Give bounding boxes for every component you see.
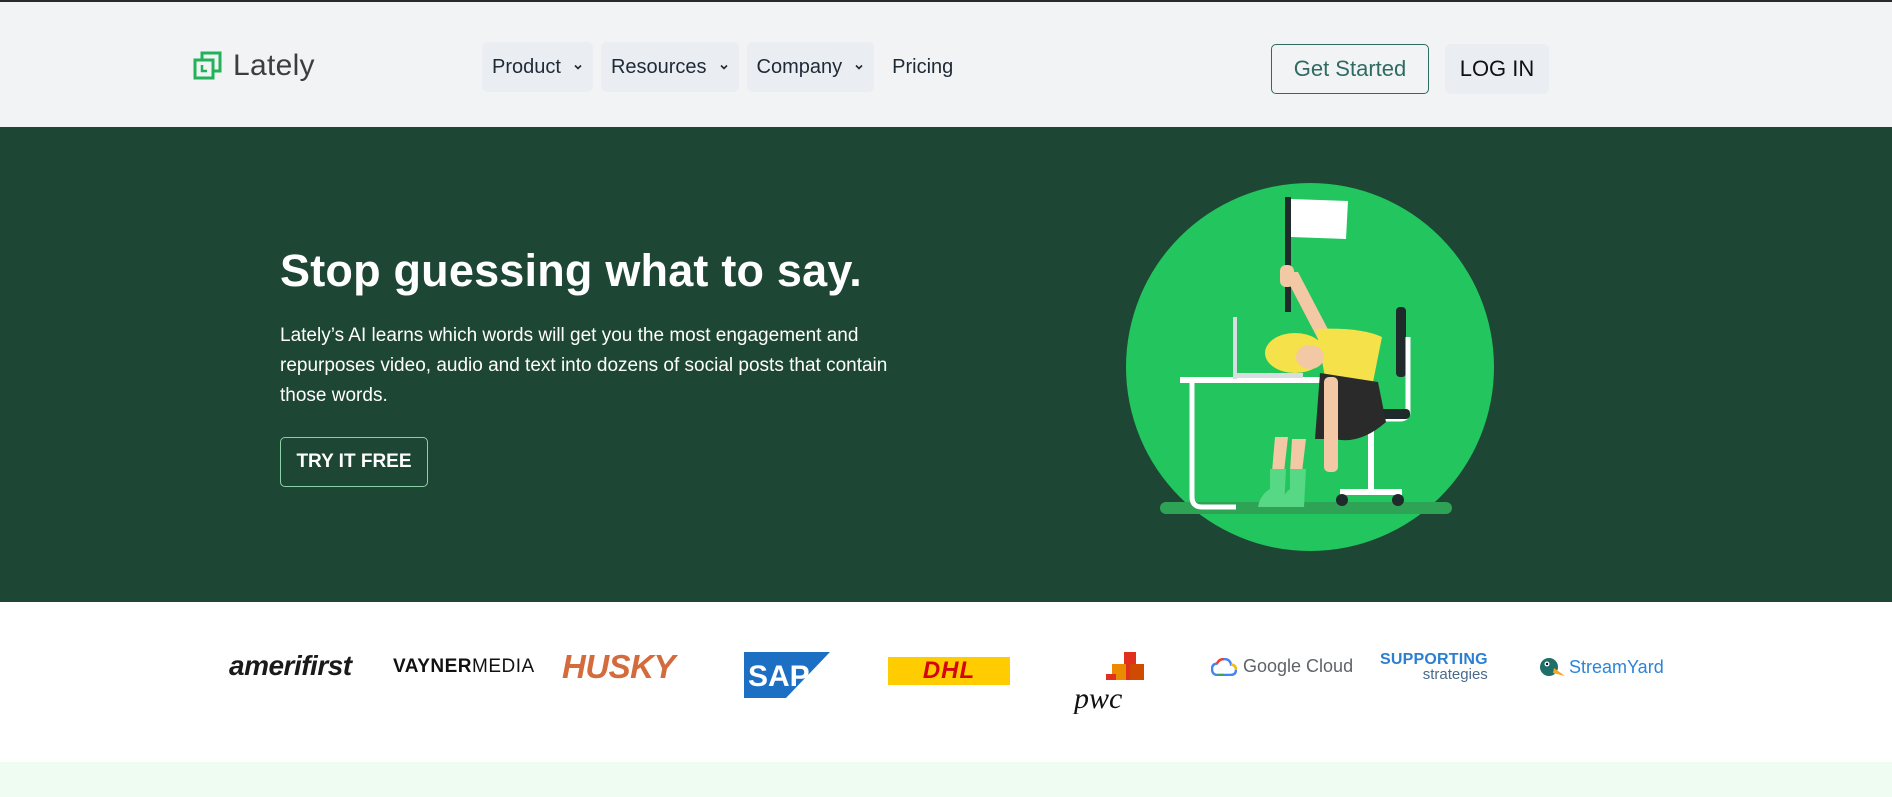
customer-logos: amerifirst VAYNER MEDIA HUSKY SAP DHL pwc… <box>0 602 1892 762</box>
brand-name: Lately <box>233 49 315 82</box>
sap-logo-icon: SAP <box>744 652 830 698</box>
streamyard-bird-icon <box>1540 658 1565 676</box>
login-button[interactable]: LOG IN <box>1445 44 1549 94</box>
dhl-logo: DHL <box>888 657 1010 685</box>
chevron-down-icon <box>855 64 863 70</box>
hero-description: Lately’s AI learns which words will get … <box>280 325 888 406</box>
supporting-strategies-logo: SUPPORTING strategies <box>1380 651 1488 683</box>
media-part: MEDIA <box>472 656 535 677</box>
chevron-down-icon <box>719 64 728 70</box>
supporting-text: SUPPORTING <box>1380 651 1488 668</box>
nav-company[interactable]: Company <box>746 42 875 92</box>
main-nav: Product Resources Company Pricing <box>482 42 963 92</box>
nav-pricing[interactable]: Pricing <box>882 42 963 92</box>
site-header: Lately Product Resources Company Pricing… <box>0 2 1892 127</box>
chevron-down-icon <box>574 64 582 70</box>
frustrated-worker-illustration <box>1126 183 1494 551</box>
pwc-logo: pwc <box>1072 652 1152 714</box>
nav-product-label: Product <box>492 55 561 78</box>
vaynermedia-logo: VAYNER MEDIA <box>393 656 535 678</box>
streamyard-text: StreamYard <box>1569 656 1664 677</box>
nav-resources[interactable]: Resources <box>600 42 739 92</box>
amerifirst-logo: amerifirst <box>229 650 352 681</box>
google-cloud-text: Google Cloud <box>1243 656 1354 676</box>
streamyard-logo: StreamYard <box>1539 656 1664 678</box>
pwc-logo-icon: pwc <box>1072 652 1144 714</box>
lately-logo-icon <box>193 51 222 80</box>
svg-text:SAP: SAP <box>748 660 810 693</box>
get-started-button[interactable]: Get Started <box>1271 44 1429 94</box>
strategies-text: strategies <box>1422 666 1488 683</box>
nav-resources-label: Resources <box>610 55 707 78</box>
google-cloud-icon <box>1211 657 1237 676</box>
nav-company-label: Company <box>756 55 843 78</box>
vayner-part: VAYNER <box>393 656 473 677</box>
nav-pricing-label: Pricing <box>892 55 954 78</box>
nav-product[interactable]: Product <box>482 42 593 92</box>
svg-text:pwc: pwc <box>1072 682 1122 714</box>
try-it-free-button[interactable]: TRY IT FREE <box>280 437 428 487</box>
next-section-peek <box>0 762 1892 797</box>
husky-logo: HUSKY <box>562 648 676 685</box>
sap-logo: SAP <box>744 652 830 698</box>
google-cloud-logo: Google Cloud <box>1211 656 1353 677</box>
hero-title: Stop guessing what to say. <box>280 245 862 296</box>
brand-logo[interactable]: Lately <box>193 49 315 83</box>
hero-section: Stop guessing what to say. Lately’s AI l… <box>0 127 1892 602</box>
